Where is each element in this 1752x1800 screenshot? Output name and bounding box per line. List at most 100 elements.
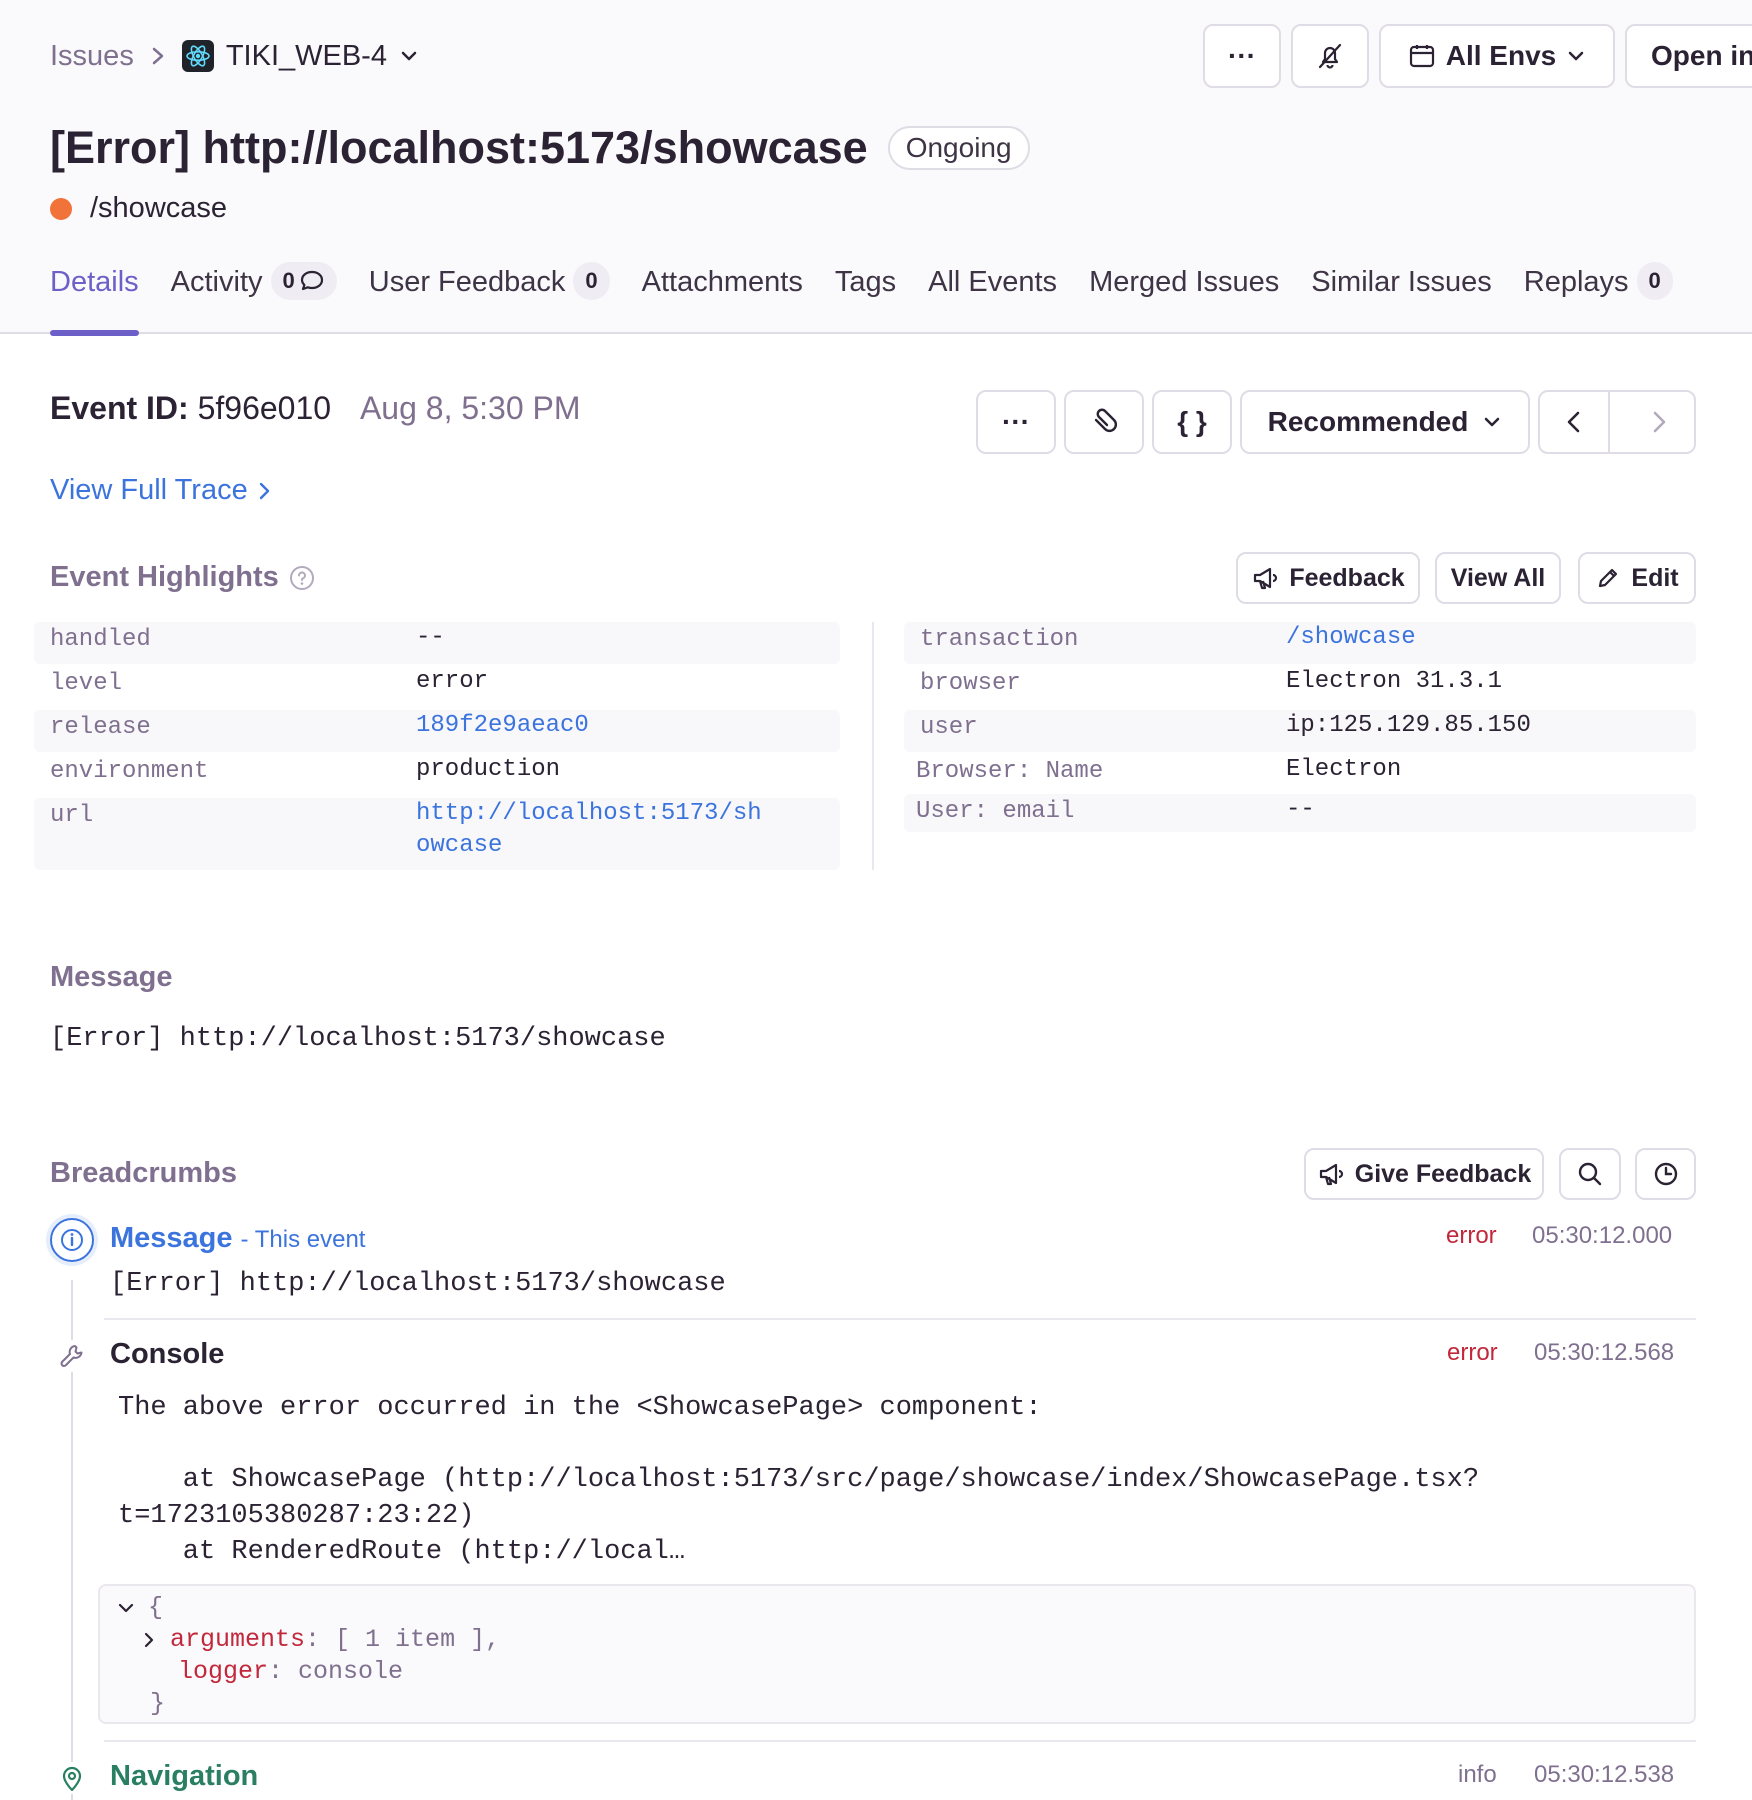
tab-details[interactable]: Details <box>50 266 139 336</box>
transaction-link[interactable]: /showcase <box>1286 622 1416 654</box>
json-icon: { } <box>1177 406 1207 437</box>
tab-user-feedback[interactable]: User Feedback 0 <box>369 262 610 334</box>
previous-event-button[interactable] <box>1540 392 1611 452</box>
breadcrumb-level: error <box>1447 1339 1498 1366</box>
event-id[interactable]: 5f96e010 <box>198 390 331 426</box>
highlights-feedback-button[interactable]: Feedback <box>1236 552 1420 604</box>
kv-value: Electron <box>1286 756 1402 783</box>
tab-label: Tags <box>834 266 897 298</box>
event-title: Event ID: 5f96e010 Aug 8, 5:30 PM <box>50 390 581 427</box>
issue-more-actions-button[interactable]: ··· <box>1203 24 1281 88</box>
url-link-wrap[interactable]: owcase <box>416 830 502 862</box>
give-feedback-label: Give Feedback <box>1354 1159 1532 1188</box>
megaphone-icon <box>1254 567 1278 590</box>
environment-label: All Envs <box>1445 40 1557 71</box>
highlights-left-list: handled -- level error release 189f2e9ae… <box>34 622 840 870</box>
tab-tags[interactable]: Tags <box>835 266 896 334</box>
event-id-label: Event ID: <box>50 390 189 426</box>
chevron-right-icon <box>150 44 166 68</box>
console-line-3: t=1723105380287:23:22) <box>118 1501 475 1531</box>
kv-value: ip:125.129.85.150 <box>1286 712 1531 739</box>
kv-key: transaction <box>920 626 1079 653</box>
tab-all-events[interactable]: All Events <box>928 266 1057 334</box>
chevron-down-icon <box>1566 46 1586 66</box>
kv-value: Electron 31.3.1 <box>1286 668 1503 695</box>
project-short-id[interactable]: TIKI_WEB-4 <box>226 40 387 73</box>
more-icon: ··· <box>1002 406 1030 437</box>
culprit-text: /showcase <box>90 192 228 224</box>
next-event-button[interactable] <box>1624 392 1694 452</box>
tab-label: Similar Issues <box>1311 266 1492 298</box>
chevron-down-icon[interactable] <box>399 46 419 66</box>
json-root-toggle[interactable]: { <box>116 1592 163 1624</box>
kv-key: browser <box>920 670 1021 697</box>
replays-count-badge: 0 <box>1636 262 1673 300</box>
message-section-title: Message <box>50 961 173 993</box>
mute-notifications-button[interactable] <box>1291 24 1369 88</box>
kv-key: Browser: Name <box>916 758 1104 785</box>
search-icon <box>1578 1162 1602 1186</box>
tab-attachments[interactable]: Attachments <box>642 266 803 334</box>
chevron-left-icon <box>1567 411 1580 433</box>
copy-link-button[interactable] <box>1064 390 1144 454</box>
give-feedback-button[interactable]: Give Feedback <box>1304 1148 1544 1200</box>
search-breadcrumbs-button[interactable] <box>1559 1148 1621 1200</box>
console-data-viewer: { arguments: [ 1 item ], logger: console… <box>98 1584 1696 1724</box>
bell-off-icon <box>1315 41 1345 71</box>
view-all-label: View All <box>1450 563 1546 592</box>
issue-culprit: /showcase <box>50 192 227 225</box>
breadcrumb-message-text: [Error] http://localhost:5173/showcase <box>110 1269 726 1299</box>
view-full-trace-link[interactable]: View Full Trace <box>50 474 272 507</box>
attachment-link-icon <box>1088 406 1120 438</box>
kv-key: url <box>50 802 94 829</box>
chevron-down-icon <box>1482 412 1502 432</box>
event-pagination <box>1538 390 1696 454</box>
open-in-button[interactable]: Open in <box>1625 24 1752 88</box>
event-more-actions-button[interactable]: ··· <box>976 390 1056 454</box>
pencil-icon <box>1599 568 1618 588</box>
tab-replays[interactable]: Replays 0 <box>1523 262 1673 334</box>
breadcrumb-message-header: Message - This event <box>110 1222 365 1255</box>
url-link[interactable]: http://localhost:5173/sh <box>416 798 762 830</box>
info-icon <box>50 1218 94 1262</box>
react-project-icon <box>181 40 214 72</box>
tab-merged-issues[interactable]: Merged Issues <box>1089 266 1279 334</box>
breadcrumb-issues-link[interactable]: Issues <box>50 40 134 73</box>
event-sort-select[interactable]: Recommended <box>1240 390 1530 454</box>
console-line-2: at ShowcasePage (http://localhost:5173/s… <box>118 1465 1480 1495</box>
view-json-button[interactable]: { } <box>1152 390 1232 454</box>
breadcrumb-level: error <box>1446 1222 1497 1249</box>
environment-select[interactable]: All Envs <box>1379 24 1615 88</box>
breadcrumb-category: Message <box>110 1222 233 1254</box>
console-line-4: at RenderedRoute (http://local… <box>118 1537 686 1567</box>
calendar-icon <box>1408 42 1436 70</box>
message-text: [Error] http://localhost:5173/showcase <box>50 1024 666 1054</box>
tab-similar-issues[interactable]: Similar Issues <box>1311 266 1492 334</box>
kv-key: handled <box>50 626 151 653</box>
issue-title-text: [Error] http://localhost:5173/showcase <box>50 122 868 173</box>
edit-highlights-button[interactable]: Edit <box>1578 552 1696 604</box>
tab-label: Attachments <box>641 266 803 298</box>
breadcrumb-divider <box>104 1318 1696 1320</box>
feedback-label: Feedback <box>1289 563 1405 592</box>
json-brace: { <box>148 1593 164 1622</box>
more-icon: ··· <box>1228 40 1256 71</box>
location-pin-icon <box>56 1762 88 1794</box>
view-all-highlights-button[interactable]: View All <box>1435 552 1561 604</box>
tab-label: Replays <box>1523 266 1629 298</box>
open-in-label: Open in <box>1651 40 1752 71</box>
chevron-right-icon <box>259 482 269 499</box>
json-key: arguments <box>170 1625 306 1654</box>
json-logger-row: logger: console <box>178 1657 404 1686</box>
event-highlights-title: Event Highlights <box>50 561 315 594</box>
kv-key: user <box>920 714 978 741</box>
edit-label: Edit <box>1631 563 1679 592</box>
release-link[interactable]: 189f2e9aeac0 <box>416 710 589 742</box>
tab-activity[interactable]: Activity 0 <box>171 262 337 334</box>
kv-value: -- <box>416 624 445 651</box>
json-value: [ 1 item ], <box>335 1625 501 1654</box>
time-format-button[interactable] <box>1635 1148 1696 1200</box>
json-arguments-row[interactable]: arguments: [ 1 item ], <box>142 1624 500 1656</box>
help-icon[interactable] <box>289 565 315 591</box>
highlights-right-list: transaction /showcase browser Electron 3… <box>904 622 1696 832</box>
